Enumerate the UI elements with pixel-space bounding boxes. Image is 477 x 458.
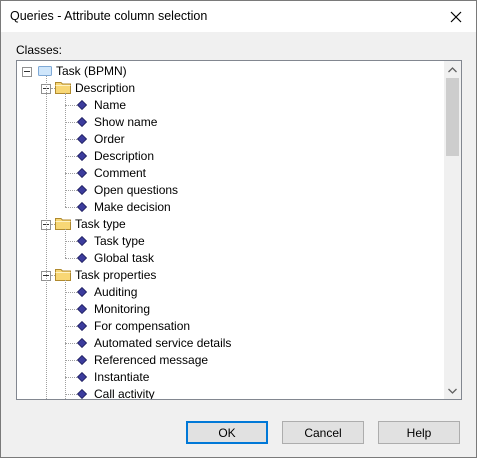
tree-item-attribute[interactable]: Auditing	[94, 284, 137, 301]
title-bar: Queries - Attribute column selection	[1, 1, 476, 32]
scroll-up-button[interactable]	[444, 61, 461, 78]
tree-connector	[65, 309, 77, 310]
close-button[interactable]	[436, 1, 476, 32]
classes-tree[interactable]: Task (BPMN) Description Name Show name Order…	[16, 60, 462, 400]
tree-item-attribute[interactable]: Open questions	[94, 182, 178, 199]
tree-item-attribute[interactable]: Automated service details	[94, 335, 231, 352]
tree-connector	[65, 190, 77, 191]
tree-item-attribute[interactable]: Task type	[94, 233, 145, 250]
tree-connector	[65, 173, 77, 174]
tree-item-attribute[interactable]: Global task	[94, 250, 154, 267]
tree-item-attribute[interactable]: Instantiate	[94, 369, 149, 386]
tree-item-attribute[interactable]: Call activity	[94, 386, 155, 399]
attribute-icon	[77, 253, 87, 263]
attribute-icon	[77, 100, 87, 110]
tree-connector	[65, 122, 77, 123]
attribute-icon	[77, 321, 87, 331]
tree-connector	[65, 156, 77, 157]
folder-icon	[55, 269, 71, 281]
tree-group-description[interactable]: Description	[75, 80, 135, 97]
tree-connector	[65, 105, 77, 106]
tree-connector	[46, 76, 47, 399]
tree-item-attribute[interactable]: Make decision	[94, 199, 171, 216]
tree-connector	[65, 360, 77, 361]
tree-connector	[65, 229, 66, 258]
classes-label: Classes:	[16, 43, 63, 57]
tree-view[interactable]: Task (BPMN) Description Name Show name Order…	[17, 61, 444, 399]
scroll-down-button[interactable]	[444, 382, 461, 399]
close-icon	[450, 11, 462, 22]
attribute-icon	[77, 287, 87, 297]
tree-connector	[65, 241, 77, 242]
dialog-window: Queries - Attribute column selection Cla…	[0, 0, 477, 458]
attribute-icon	[77, 389, 87, 399]
tree-group-task-type[interactable]: Task type	[75, 216, 126, 233]
attribute-icon	[77, 355, 87, 365]
attribute-icon	[77, 151, 87, 161]
tree-root-task-bpmn[interactable]: Task (BPMN)	[56, 63, 127, 80]
tree-connector	[65, 292, 77, 293]
tree-connector	[65, 139, 77, 140]
tree-item-attribute[interactable]: Order	[94, 131, 125, 148]
cancel-button[interactable]: Cancel	[282, 421, 364, 444]
chevron-down-icon	[448, 388, 457, 394]
vertical-scrollbar[interactable]	[444, 61, 461, 399]
attribute-icon	[77, 202, 87, 212]
attribute-icon	[77, 236, 87, 246]
attribute-icon	[77, 372, 87, 382]
tree-connector	[65, 377, 77, 378]
tree-item-attribute[interactable]: Comment	[94, 165, 146, 182]
scroll-thumb[interactable]	[446, 78, 459, 156]
tree-connector	[65, 326, 77, 327]
help-button[interactable]: Help	[378, 421, 460, 444]
tree-item-attribute[interactable]: Monitoring	[94, 301, 150, 318]
tree-connector	[65, 343, 77, 344]
window-title: Queries - Attribute column selection	[10, 9, 208, 23]
tree-connector	[65, 93, 66, 207]
attribute-icon	[77, 338, 87, 348]
tree-item-attribute[interactable]: Name	[94, 97, 126, 114]
attribute-icon	[77, 168, 87, 178]
attribute-icon	[77, 134, 87, 144]
tree-item-attribute[interactable]: For compensation	[94, 318, 190, 335]
attribute-icon	[77, 117, 87, 127]
tree-connector	[65, 280, 66, 399]
tree-connector	[65, 258, 77, 259]
attribute-icon	[77, 185, 87, 195]
tree-connector	[65, 207, 77, 208]
tree-connector	[65, 394, 77, 395]
tree-item-attribute[interactable]: Referenced message	[94, 352, 208, 369]
tree-item-attribute[interactable]: Show name	[94, 114, 157, 131]
tree-group-task-properties[interactable]: Task properties	[75, 267, 156, 284]
folder-icon	[55, 82, 71, 94]
ok-button[interactable]: OK	[186, 421, 268, 444]
collapse-toggle[interactable]	[22, 67, 32, 77]
attribute-icon	[77, 304, 87, 314]
folder-icon	[55, 218, 71, 230]
chevron-up-icon	[448, 66, 457, 72]
task-class-icon	[38, 66, 52, 76]
tree-item-attribute[interactable]: Description	[94, 148, 154, 165]
